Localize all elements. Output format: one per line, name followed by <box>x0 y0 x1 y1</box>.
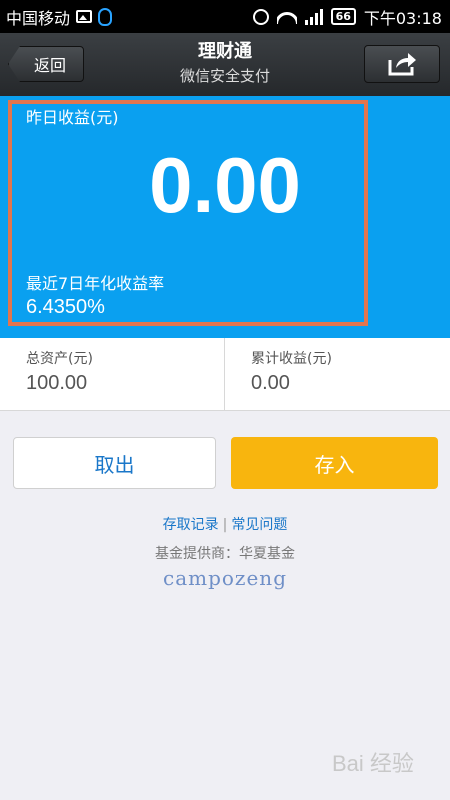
link-separator: | <box>222 517 228 533</box>
records-link[interactable]: 存取记录 <box>163 517 219 533</box>
annual-rate-label: 最近7日年化收益率 <box>26 274 165 293</box>
carrier-name: 中国移动 <box>6 8 71 28</box>
watermark: Bai 经验 <box>332 751 414 776</box>
signal-icon <box>304 8 323 25</box>
faq-link[interactable]: 常见问题 <box>231 517 287 533</box>
cumulative-income-label: 累计收益(元) <box>251 351 332 367</box>
alarm-icon <box>252 8 269 25</box>
withdraw-button[interactable]: 取出 <box>13 437 216 489</box>
status-bar: 中国移动 66 下午03:18 <box>0 0 450 33</box>
title-bar: 返回 理财通 微信安全支付 <box>0 33 450 96</box>
assets-row: 总资产(元) 100.00 累计收益(元) 0.00 <box>0 338 450 411</box>
deposit-button[interactable]: 存入 <box>231 437 438 489</box>
image-notification-icon <box>76 10 93 23</box>
cumulative-income-value: 0.00 <box>251 372 290 394</box>
annual-rate-value: 6.4350% <box>26 296 105 318</box>
share-button[interactable] <box>364 45 440 83</box>
total-assets-label: 总资产(元) <box>26 351 93 367</box>
links-row: 存取记录 | 常见问题 <box>0 514 450 534</box>
clock: 下午03:18 <box>363 8 442 28</box>
total-assets-value: 100.00 <box>26 372 88 394</box>
yesterday-income-label: 昨日收益(元) <box>26 108 119 127</box>
fund-provider: 基金提供商：华夏基金 <box>155 546 295 562</box>
battery-icon: 66 <box>330 8 356 25</box>
cumulative-income: 累计收益(元) 0.00 <box>225 338 450 410</box>
total-assets: 总资产(元) 100.00 <box>0 338 225 410</box>
wifi-icon <box>276 10 297 24</box>
author-signature: campozeng <box>163 566 287 590</box>
qq-notification-icon <box>98 7 113 26</box>
yesterday-income-value: 0.00 <box>149 141 301 229</box>
share-icon <box>388 53 416 76</box>
